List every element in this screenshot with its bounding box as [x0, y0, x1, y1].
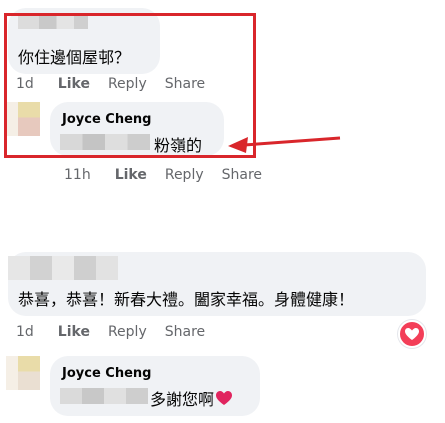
- comment-text: 恭喜，恭喜！新春大禮。闔家幸福。身體健康！: [18, 290, 355, 309]
- blurred-reply-text: [60, 388, 148, 404]
- comment-actions: 1d Like Reply Share: [16, 324, 205, 340]
- red-highlight-box: [4, 13, 256, 158]
- reply-timestamp[interactable]: 11h: [64, 167, 91, 183]
- reply-text: 多謝您啊: [150, 390, 215, 409]
- reply-button[interactable]: Reply: [165, 167, 204, 183]
- reply-button[interactable]: Reply: [108, 324, 147, 340]
- comment-thread: 你住邊個屋邨？ 1d Like Reply Share Joyce Cheng …: [0, 0, 445, 423]
- share-button[interactable]: Share: [222, 167, 262, 183]
- comment-timestamp[interactable]: 1d: [16, 324, 34, 340]
- share-button[interactable]: Share: [165, 324, 205, 340]
- reply-bubble: Joyce Cheng 多謝您啊: [50, 356, 260, 416]
- avatar-blur: [6, 356, 18, 390]
- heart-reaction-icon[interactable]: [398, 320, 426, 348]
- red-heart-icon: [216, 391, 233, 405]
- blurred-commenter-name: [8, 256, 118, 280]
- like-button[interactable]: Like: [58, 324, 90, 340]
- reply-actions: 11h Like Reply Share: [64, 167, 262, 183]
- heart-icon: [405, 328, 419, 340]
- red-arrow-icon: [228, 136, 341, 153]
- avatar[interactable]: [6, 356, 40, 390]
- reply-author-name[interactable]: Joyce Cheng: [62, 366, 151, 381]
- reply-text-line: 多謝您啊: [150, 386, 233, 410]
- like-button[interactable]: Like: [115, 167, 147, 183]
